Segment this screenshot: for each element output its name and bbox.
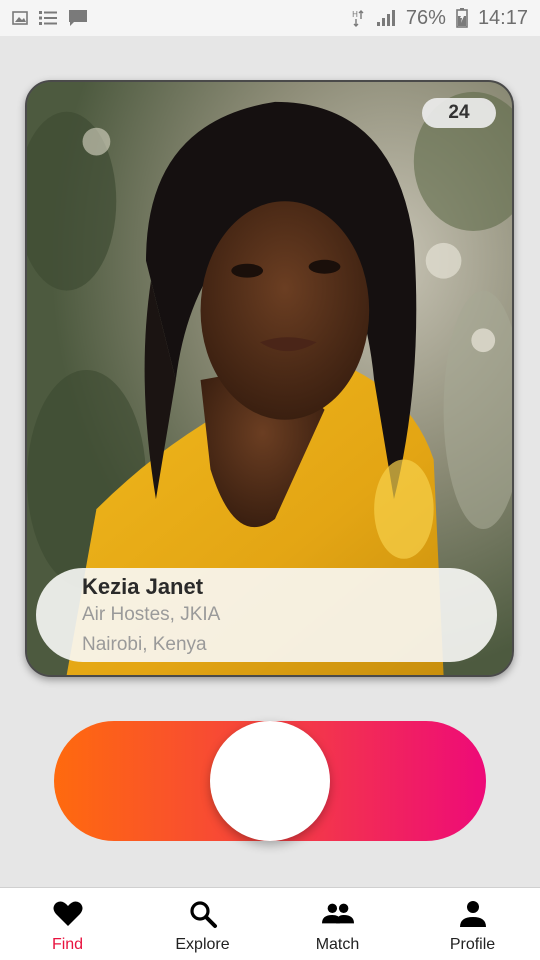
- status-bar: H 76% 14:17: [0, 0, 540, 36]
- person-icon: [457, 898, 489, 930]
- image-icon: [12, 11, 28, 25]
- swipe-slider-knob[interactable]: [210, 721, 330, 841]
- search-icon: [187, 898, 219, 930]
- nav-label-profile: Profile: [449, 936, 496, 953]
- nav-item-find[interactable]: Find: [0, 888, 135, 960]
- age-badge: 24: [422, 98, 496, 128]
- svg-text:H: H: [352, 10, 358, 19]
- list-icon: [38, 10, 58, 26]
- profile-info-panel: Kezia Janet Air Hostes, JKIA Nairobi, Ke…: [36, 568, 497, 662]
- nav-item-explore[interactable]: Explore: [135, 888, 270, 960]
- heart-icon: [52, 898, 84, 930]
- profile-card[interactable]: 24 Kezia Janet Air Hostes, JKIA Nairobi,…: [25, 80, 514, 677]
- people-icon: [321, 898, 354, 930]
- data-arrows-icon: H: [352, 9, 366, 27]
- bottom-navigation: Find Explore Match Profile: [0, 887, 540, 960]
- status-right-icons: H 76% 14:17: [352, 7, 528, 30]
- nav-label-explore: Explore: [175, 936, 230, 953]
- status-left-icons: [12, 9, 88, 27]
- nav-label-match: Match: [315, 936, 360, 953]
- profile-occupation: Air Hostes, JKIA: [82, 604, 221, 625]
- battery-percent: 76%: [405, 6, 446, 29]
- profile-location: Nairobi, Kenya: [82, 634, 207, 655]
- clock: 14:17: [477, 6, 528, 29]
- profile-name: Kezia Janet: [82, 574, 204, 599]
- battery-charging-icon: [456, 8, 468, 28]
- message-icon: [68, 9, 88, 27]
- nav-label-find: Find: [51, 936, 84, 953]
- nav-item-profile[interactable]: Profile: [405, 888, 540, 960]
- signal-icon: [376, 9, 396, 27]
- nav-item-match[interactable]: Match: [270, 888, 405, 960]
